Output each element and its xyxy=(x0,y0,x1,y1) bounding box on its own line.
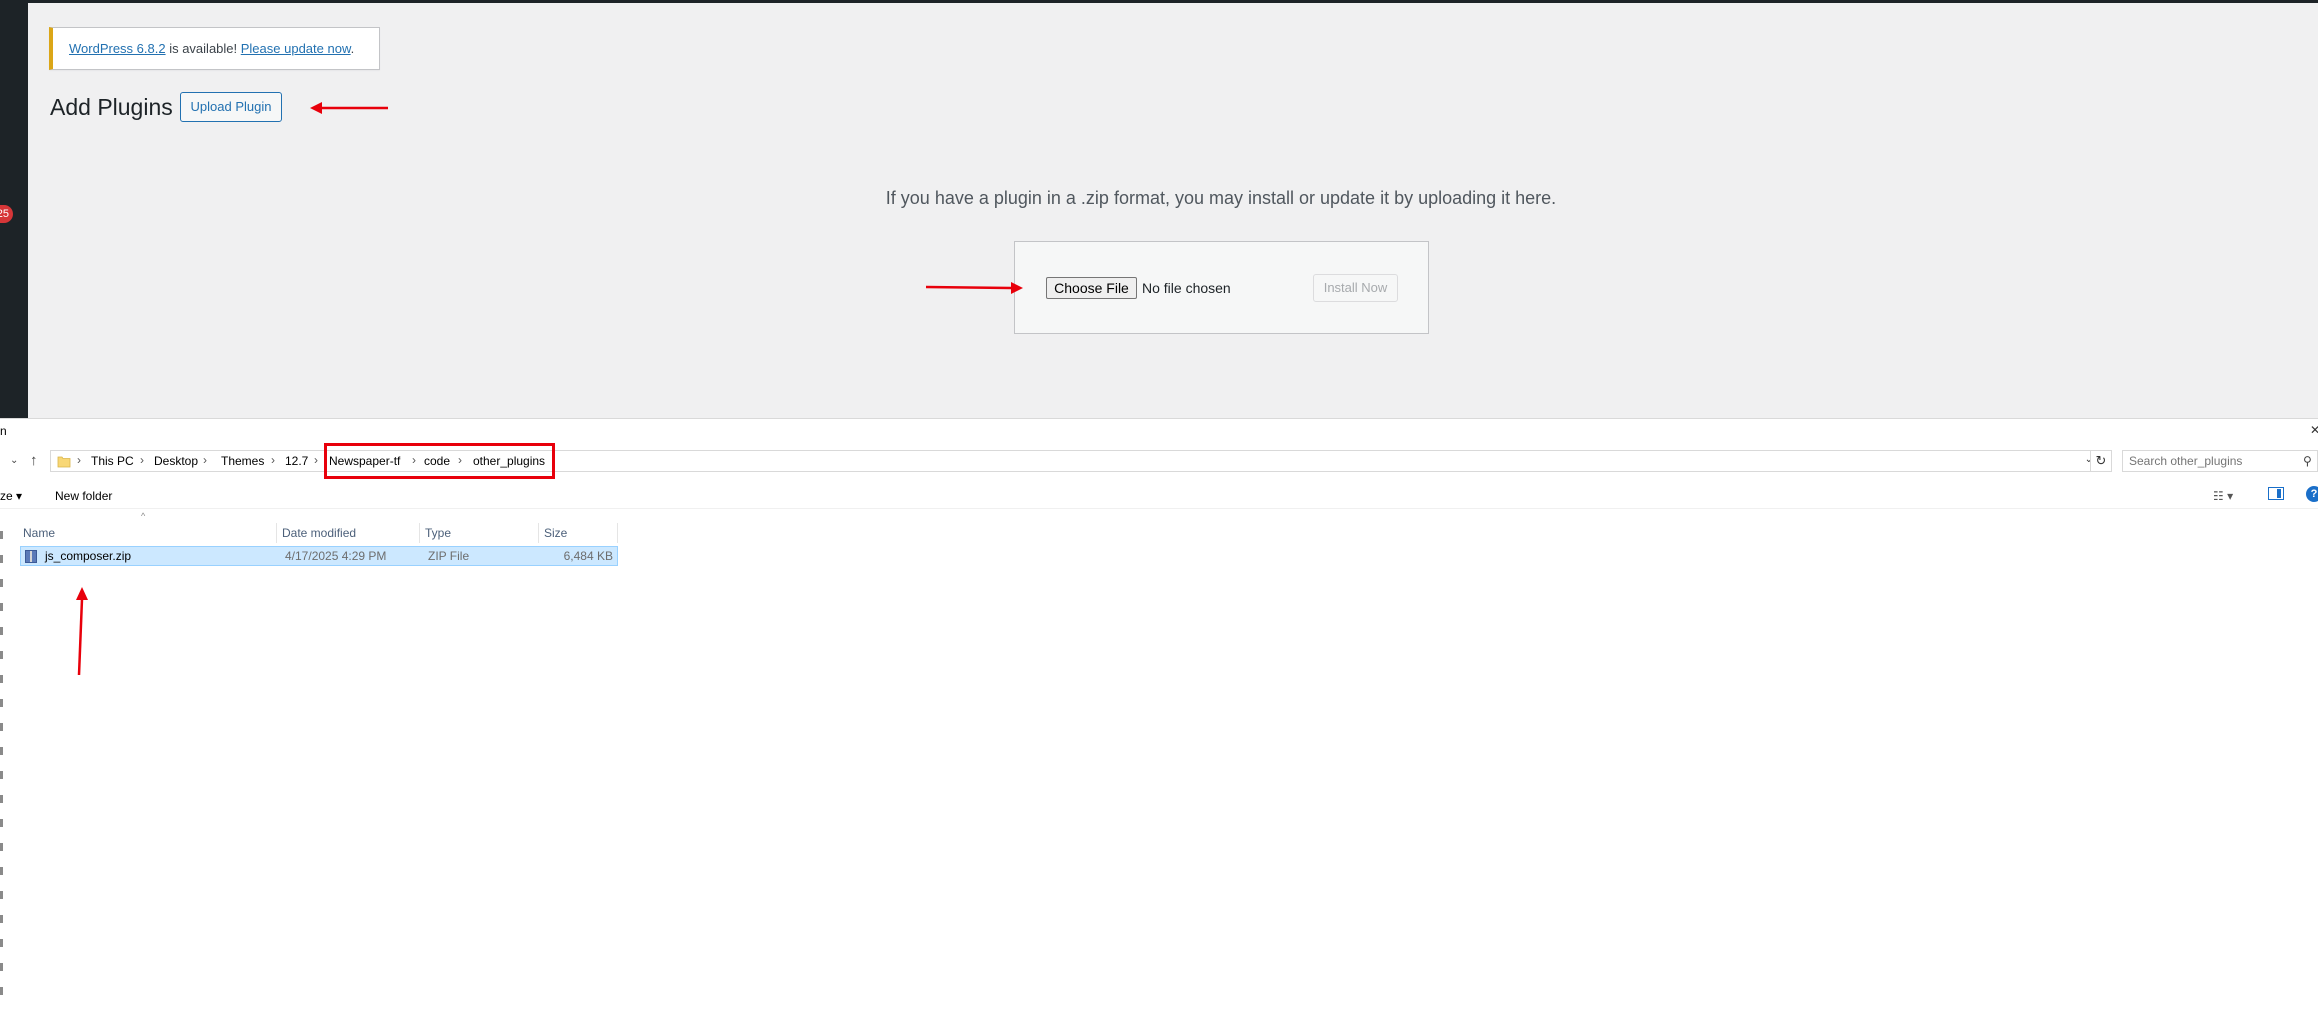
preview-pane-icon[interactable] xyxy=(2268,487,2284,500)
annotation-arrow-upload xyxy=(310,102,388,114)
nav-item-fragment[interactable] xyxy=(0,795,3,803)
nav-item-fragment[interactable] xyxy=(0,939,3,947)
annotation-arrow-file xyxy=(76,587,88,676)
search-icon[interactable]: ⚲ xyxy=(2303,454,2312,468)
nav-item-fragment[interactable] xyxy=(0,843,3,851)
file-list-header: Name Date modified Type Size xyxy=(18,523,618,543)
nav-item-fragment[interactable] xyxy=(0,555,3,563)
notice-end: . xyxy=(350,41,355,56)
file-size: 6,484 KB xyxy=(563,549,613,563)
organize-label: ze xyxy=(0,489,13,503)
nav-item-fragment[interactable] xyxy=(0,747,3,755)
file-date-modified: 4/17/2025 4:29 PM xyxy=(285,549,387,563)
nav-item-fragment[interactable] xyxy=(0,603,3,611)
nav-item-fragment[interactable] xyxy=(0,987,3,995)
nav-item-fragment[interactable] xyxy=(0,867,3,875)
breadcrumb-themes[interactable]: Themes xyxy=(221,454,264,468)
folder-icon xyxy=(57,456,71,468)
dropdown-arrow-icon: ▾ xyxy=(16,489,23,503)
chevron-right-icon: › xyxy=(77,453,81,467)
page-title: Add Plugins xyxy=(50,94,173,120)
annotation-arrow-choose-file xyxy=(925,282,1023,294)
nav-item-fragment[interactable] xyxy=(0,531,3,539)
no-file-label: No file chosen xyxy=(1142,280,1231,296)
chevron-right-icon: › xyxy=(271,453,275,467)
upload-help-text: If you have a plugin in a .zip format, y… xyxy=(885,188,1557,208)
navigation-pane-edge[interactable] xyxy=(0,531,6,1028)
notice-text: is available! xyxy=(165,41,241,56)
nav-item-fragment[interactable] xyxy=(0,699,3,707)
admin-bar-edge xyxy=(0,0,2318,3)
organize-menu[interactable]: ze ▾ xyxy=(0,489,22,503)
new-folder-button[interactable]: New folder xyxy=(55,489,112,503)
chevron-right-icon: › xyxy=(314,453,318,467)
recent-locations-icon[interactable]: ⌄ xyxy=(10,455,18,466)
file-explorer-dialog: n ✕ ⌄ ↑ › This PC › Desktop › Themes › 1… xyxy=(0,418,2318,1028)
help-icon[interactable]: ? xyxy=(2306,486,2318,502)
screenshot-root: 25 WordPress 6.8.2 is available! Please … xyxy=(0,0,2318,1028)
nav-item-fragment[interactable] xyxy=(0,723,3,731)
upload-plugin-button[interactable]: Upload Plugin xyxy=(180,92,282,122)
nav-item-fragment[interactable] xyxy=(0,771,3,779)
annotation-path-highlight xyxy=(324,443,555,479)
update-now-link[interactable]: Please update now xyxy=(241,41,351,56)
file-list: ^ Name Date modified Type Size js_compos… xyxy=(18,511,618,1011)
refresh-icon[interactable]: ↻ xyxy=(2090,450,2112,472)
column-header-size[interactable]: Size xyxy=(539,523,618,543)
nav-item-fragment[interactable] xyxy=(0,675,3,683)
update-notice: WordPress 6.8.2 is available! Please upd… xyxy=(49,27,380,70)
up-arrow-icon[interactable]: ↑ xyxy=(30,452,38,469)
breadcrumb-12-7[interactable]: 12.7 xyxy=(285,454,308,468)
wordpress-version-link[interactable]: WordPress 6.8.2 xyxy=(69,41,166,56)
nav-item-fragment[interactable] xyxy=(0,819,3,827)
nav-item-fragment[interactable] xyxy=(0,891,3,899)
dialog-title-fragment: n xyxy=(0,424,7,438)
column-header-name[interactable]: Name xyxy=(18,523,277,543)
nav-item-fragment[interactable] xyxy=(0,915,3,923)
upload-form: Choose File No file chosen Install Now xyxy=(1014,241,1429,334)
chevron-right-icon: › xyxy=(140,453,144,467)
nav-item-fragment[interactable] xyxy=(0,627,3,635)
search-input[interactable] xyxy=(2122,450,2318,472)
install-now-button[interactable]: Install Now xyxy=(1313,274,1398,302)
file-type: ZIP File xyxy=(428,549,470,563)
sort-ascending-icon: ^ xyxy=(141,511,146,521)
close-icon[interactable]: ✕ xyxy=(2310,423,2318,437)
nav-item-fragment[interactable] xyxy=(0,579,3,587)
breadcrumb-desktop[interactable]: Desktop xyxy=(154,454,198,468)
breadcrumb-this-pc[interactable]: This PC xyxy=(91,454,134,468)
nav-item-fragment[interactable] xyxy=(0,963,3,971)
view-options-icon[interactable]: ☷ ▾ xyxy=(2213,489,2233,503)
zip-file-icon xyxy=(25,550,37,563)
choose-file-button[interactable]: Choose File xyxy=(1046,277,1137,299)
column-header-type[interactable]: Type xyxy=(420,523,539,543)
file-name: js_composer.zip xyxy=(45,549,132,563)
wordpress-admin: 25 WordPress 6.8.2 is available! Please … xyxy=(0,0,2318,418)
file-row[interactable]: js_composer.zip 4/17/2025 4:29 PM ZIP Fi… xyxy=(20,546,618,566)
nav-item-fragment[interactable] xyxy=(0,651,3,659)
explorer-toolbar: ze ▾ New folder ☷ ▾ ? xyxy=(0,481,2318,509)
chevron-right-icon: › xyxy=(203,453,207,467)
column-header-date-modified[interactable]: Date modified xyxy=(277,523,420,543)
